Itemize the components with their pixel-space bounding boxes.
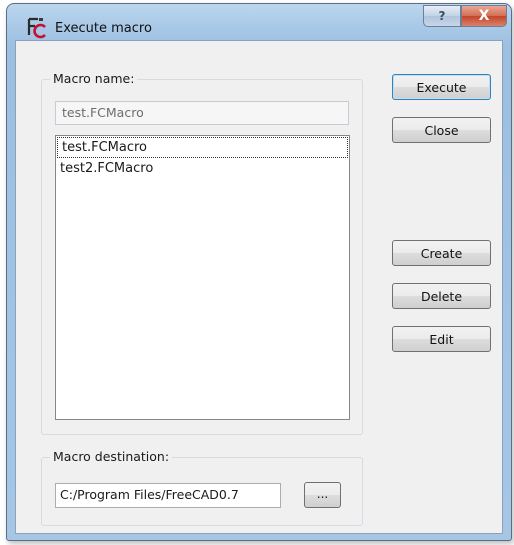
- help-button[interactable]: ?: [423, 5, 461, 27]
- close-icon: X: [478, 8, 490, 24]
- freecad-app-icon: [27, 17, 46, 39]
- macro-name-group: Macro name: test.FCMacro test.FCMacro te…: [41, 71, 363, 435]
- window-close-button[interactable]: X: [461, 5, 507, 27]
- help-icon: ?: [438, 9, 446, 23]
- execute-button[interactable]: Execute: [392, 74, 491, 100]
- close-button[interactable]: Close: [392, 117, 491, 143]
- edit-button[interactable]: Edit: [392, 326, 491, 352]
- macro-destination-field[interactable]: C:/Program Files/FreeCAD0.7: [55, 483, 281, 508]
- list-item[interactable]: test.FCMacro: [57, 137, 348, 158]
- macro-list[interactable]: test.FCMacro test2.FCMacro: [55, 135, 350, 420]
- dialog-client-area: Macro name: test.FCMacro test.FCMacro te…: [15, 40, 503, 534]
- macro-destination-label: Macro destination:: [50, 449, 173, 464]
- execute-macro-dialog: Execute macro ? X Macro name: test.FCMac…: [6, 3, 512, 541]
- list-item[interactable]: test2.FCMacro: [56, 159, 349, 180]
- browse-button[interactable]: ...: [304, 482, 341, 508]
- window-title: Execute macro: [55, 21, 152, 36]
- macro-destination-group: Macro destination: C:/Program Files/Free…: [41, 449, 363, 526]
- title-bar[interactable]: Execute macro ? X: [7, 4, 511, 40]
- macro-name-field[interactable]: test.FCMacro: [55, 101, 349, 125]
- create-button[interactable]: Create: [392, 240, 491, 266]
- macro-name-label: Macro name:: [50, 71, 138, 86]
- delete-button[interactable]: Delete: [392, 283, 491, 309]
